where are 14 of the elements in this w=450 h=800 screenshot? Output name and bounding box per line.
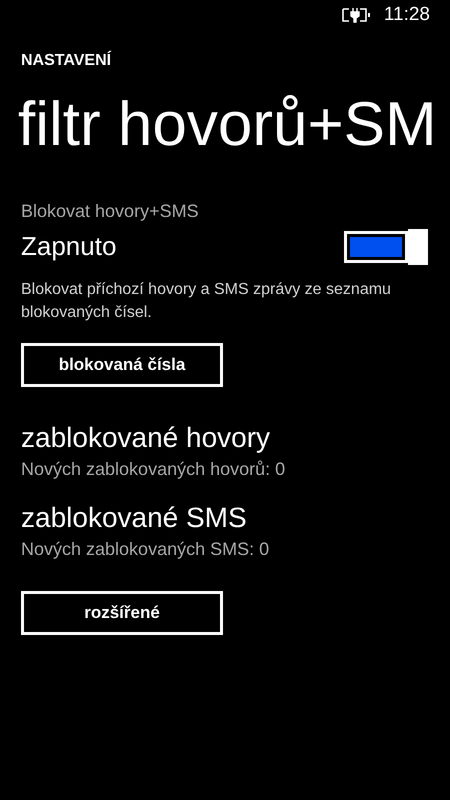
status-time: 11:28 [384, 2, 430, 27]
battery-charging-icon [340, 7, 372, 23]
section-subtitle: Nových zablokovaných hovorů: 0 [21, 458, 286, 481]
section-title[interactable]: zablokované hovory [21, 421, 428, 455]
app-header: NASTAVENÍ [21, 50, 112, 71]
toggle-switch[interactable] [344, 228, 428, 264]
advanced-button[interactable]: rozšířené [21, 591, 223, 635]
setting-state: Zapnuto [21, 230, 116, 263]
section-title[interactable]: zablokované SMS [21, 501, 428, 535]
blocked-numbers-button[interactable]: blokovaná čísla [21, 343, 223, 387]
section-subtitle: Nových zablokovaných SMS: 0 [21, 538, 270, 561]
setting-description: Blokovat příchozí hovory a SMS zprávy ze seznamu blokovaných čísel. [21, 280, 392, 323]
page-title: filtr hovorů+SM [18, 89, 438, 161]
setting-label: Blokovat hovory+SMS [21, 200, 200, 223]
